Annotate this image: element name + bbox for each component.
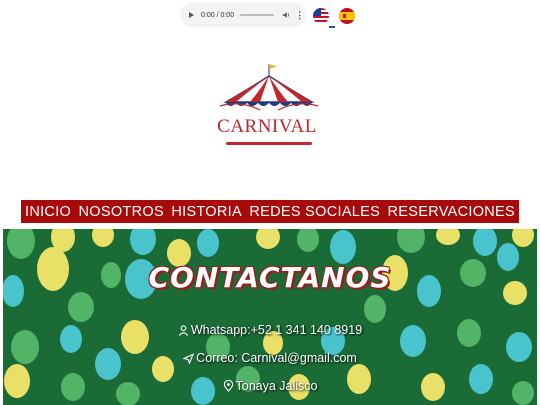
person-icon <box>178 325 188 336</box>
nav-link-historia[interactable]: HISTORIA <box>171 204 242 220</box>
audio-player[interactable]: 0:00 / 0:00 ⋮ <box>180 3 306 27</box>
send-icon <box>182 353 195 365</box>
location-text: Tonaya Jalisco <box>235 379 318 393</box>
email-contact: Correo: Carnival@gmail.com <box>3 351 537 365</box>
main-navigation: INICIO NOSOTROS HISTORIA REDES SOCIALES … <box>21 200 519 223</box>
carnival-tent-logo-icon <box>219 64 319 111</box>
nav-link-reservaciones[interactable]: RESERVACIONES <box>388 204 515 220</box>
location-contact: Tonaya Jalisco <box>3 379 537 393</box>
whatsapp-contact: Whatsapp:+52 1 341 140 8919 <box>3 323 537 337</box>
audio-progress-track[interactable] <box>240 14 275 16</box>
location-pin-icon <box>223 379 233 392</box>
play-icon[interactable] <box>189 12 194 18</box>
spain-flag-icon[interactable] <box>339 8 355 24</box>
nav-link-inicio[interactable]: INICIO <box>25 204 71 220</box>
email-text[interactable]: Correo: Carnival@gmail.com <box>196 351 357 365</box>
nav-link-nosotros[interactable]: NOSOTROS <box>79 204 164 220</box>
volume-icon[interactable] <box>282 11 290 19</box>
logo-text: CARNIVAL <box>217 116 317 137</box>
us-flag-icon[interactable] <box>313 8 329 24</box>
audio-time: 0:00 / 0:00 <box>201 11 235 19</box>
contact-section: CONTACTANOS Whatsapp:+52 1 341 140 8919 … <box>3 229 537 405</box>
language-selected-indicator <box>329 26 335 28</box>
contact-heading: CONTACTANOS <box>148 261 392 294</box>
whatsapp-text[interactable]: Whatsapp:+52 1 341 140 8919 <box>191 323 362 337</box>
more-options-icon[interactable]: ⋮ <box>295 11 304 20</box>
nav-link-redes-sociales[interactable]: REDES SOCIALES <box>249 204 380 220</box>
logo-underline <box>226 142 312 145</box>
